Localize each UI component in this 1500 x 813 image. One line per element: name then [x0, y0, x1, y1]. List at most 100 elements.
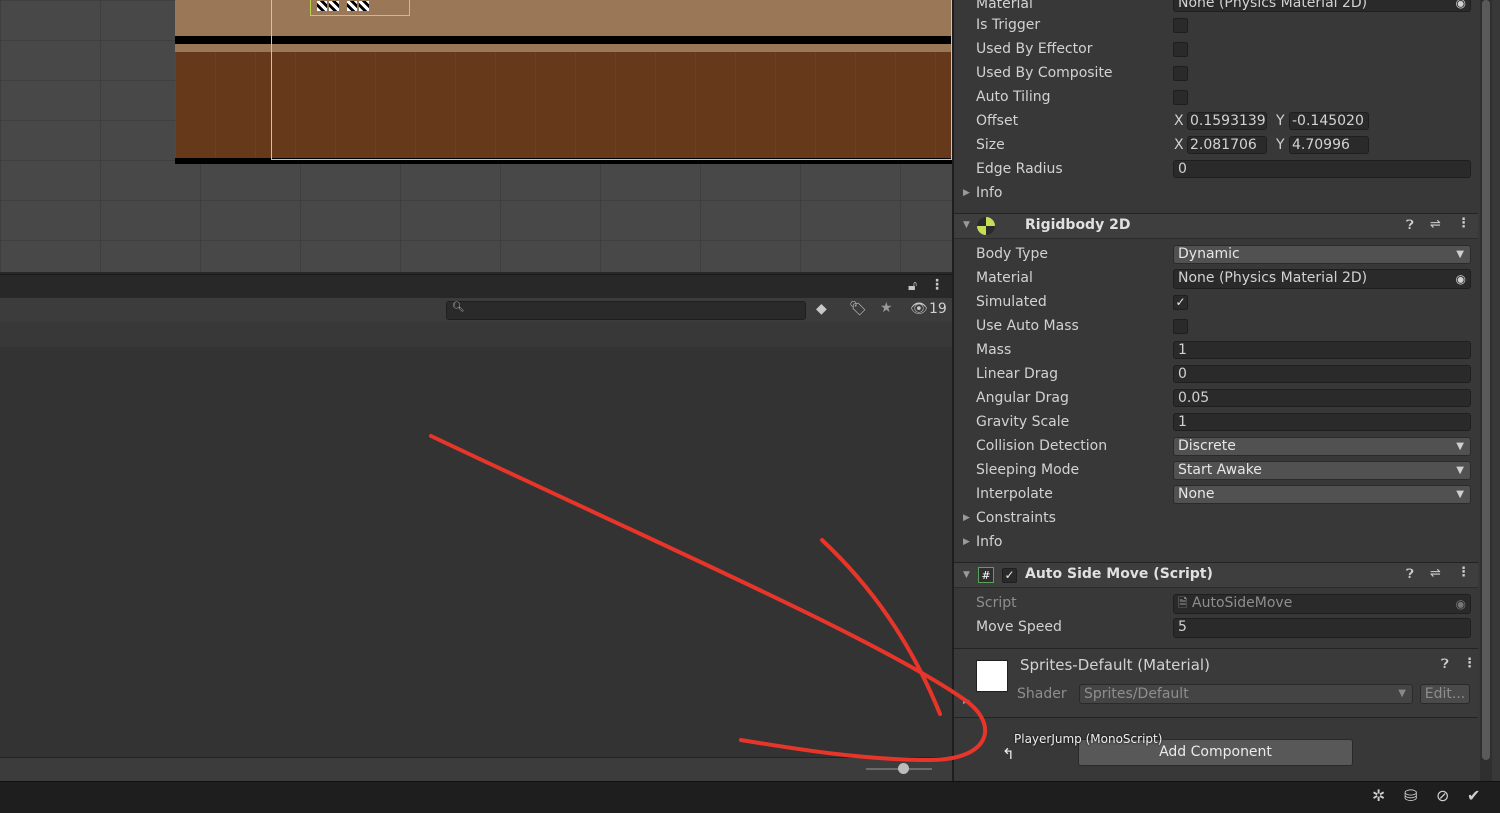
shader-value: Sprites/Default — [1084, 686, 1189, 702]
rigidbody-material-field[interactable]: None (Physics Material 2D) ◉ — [1173, 269, 1471, 289]
edit-shader-button[interactable]: Edit... — [1420, 684, 1470, 704]
gravity-scale-field[interactable]: 1 — [1173, 413, 1471, 431]
offset-y-label: Y — [1276, 113, 1285, 129]
body-type-dropdown[interactable]: Dynamic ▼ — [1173, 245, 1471, 264]
bug-icon[interactable]: ✲ — [1372, 786, 1385, 805]
icon-size-slider-handle[interactable] — [898, 763, 909, 774]
move-speed-field[interactable]: 5 — [1173, 618, 1471, 638]
simulated-checkbox[interactable]: ✓ — [1173, 295, 1188, 310]
filter-type-icon[interactable]: ◆ — [816, 301, 827, 317]
shader-dropdown: Sprites/Default ▼ — [1079, 684, 1413, 704]
mass-field[interactable]: 1 — [1173, 341, 1471, 359]
constraints-foldout-arrow[interactable]: ▶ — [963, 513, 970, 523]
star-icon[interactable]: ★ — [880, 300, 893, 316]
chevron-down-icon: ▼ — [1456, 441, 1464, 452]
help-icon[interactable]: ❓︎ — [1406, 218, 1414, 233]
hidden-count: 19 — [929, 301, 947, 317]
collision-detection-value: Discrete — [1178, 438, 1236, 454]
size-y-label: Y — [1276, 137, 1285, 153]
shader-label: Shader — [1017, 686, 1067, 702]
is-trigger-label: Is Trigger — [976, 17, 1041, 33]
chevron-down-icon: ▼ — [1456, 465, 1464, 476]
offset-x-field[interactable]: 0.1593139 — [1187, 112, 1267, 130]
is-trigger-checkbox[interactable] — [1173, 18, 1188, 33]
status-bar — [0, 781, 1500, 813]
player-sprite-part — [329, 1, 339, 11]
used-by-composite-checkbox[interactable] — [1173, 66, 1188, 81]
body-type-label: Body Type — [976, 246, 1048, 262]
interpolate-dropdown[interactable]: None ▼ — [1173, 485, 1471, 504]
more-icon[interactable]: ⋮ — [1457, 216, 1470, 231]
info-foldout-arrow[interactable]: ▶ — [963, 188, 970, 198]
progress-check-icon[interactable]: ✔ — [1467, 786, 1480, 805]
edge-radius-label: Edge Radius — [976, 161, 1063, 177]
offset-x-label: X — [1174, 113, 1184, 129]
project-breadcrumb-bar — [0, 322, 952, 348]
material-foldout-arrow[interactable]: ▶ — [963, 696, 970, 706]
simulated-label: Simulated — [976, 294, 1047, 310]
rigidbody2d-foldout-arrow[interactable]: ▼ — [963, 220, 970, 230]
mass-label: Mass — [976, 342, 1012, 358]
rigidbody-info-foldout[interactable]: Info — [976, 534, 1003, 550]
script-reference-value: AutoSideMove — [1192, 595, 1293, 611]
linear-drag-field[interactable]: 0 — [1173, 365, 1471, 383]
collider-material-label: Material — [976, 0, 1033, 12]
more-icon[interactable]: ⋮ — [1457, 565, 1470, 580]
chevron-down-icon: ▼ — [1456, 489, 1464, 500]
size-y-field[interactable]: 4.70996 — [1289, 136, 1369, 154]
used-by-effector-checkbox[interactable] — [1173, 42, 1188, 57]
project-content-area[interactable] — [0, 347, 952, 757]
constraints-foldout[interactable]: Constraints — [976, 510, 1056, 526]
offset-y-field[interactable]: -0.145020 — [1289, 112, 1369, 130]
use-auto-mass-checkbox[interactable] — [1173, 319, 1188, 334]
scene-view[interactable] — [0, 0, 952, 272]
edge-radius-field[interactable]: 0 — [1173, 160, 1471, 178]
sleeping-mode-dropdown[interactable]: Start Awake ▼ — [1173, 461, 1471, 480]
used-by-effector-label: Used By Effector — [976, 41, 1093, 57]
move-speed-label: Move Speed — [976, 619, 1062, 635]
inspector-scrollbar-thumb[interactable] — [1482, 0, 1490, 760]
more-icon[interactable]: ⋮ — [930, 277, 944, 293]
help-icon[interactable]: ❓︎ — [1441, 657, 1449, 672]
size-x-label: X — [1174, 137, 1184, 153]
presets-icon[interactable]: ⇌ — [1430, 566, 1441, 581]
script-component-title: Auto Side Move (Script) — [1025, 566, 1213, 582]
object-picker-icon[interactable]: ◉ — [1456, 271, 1466, 288]
linear-drag-label: Linear Drag — [976, 366, 1058, 382]
player-sprite-part — [317, 1, 327, 11]
player-sprite-bounds[interactable] — [310, 0, 410, 16]
lock-icon[interactable]: 🔓︎ — [908, 278, 917, 294]
script-reference-field: 🗎︎ AutoSideMove ◉ — [1173, 594, 1471, 614]
project-search-input[interactable]: 🔍︎ — [446, 301, 806, 320]
cache-server-icon[interactable]: ⛁ — [1404, 786, 1417, 805]
script-enabled-checkbox[interactable]: ✓ — [1002, 568, 1017, 583]
project-panel-header: 🔓︎ ⋮ — [0, 274, 952, 299]
info-foldout-arrow[interactable]: ▶ — [963, 537, 970, 547]
rigidbody2d-title: Rigidbody 2D — [1025, 217, 1131, 233]
sleeping-mode-label: Sleeping Mode — [976, 462, 1080, 478]
collider-info-foldout[interactable]: Info — [976, 185, 1003, 201]
size-x-field[interactable]: 2.081706 — [1187, 136, 1267, 154]
label-icon[interactable]: 🏷︎ — [849, 301, 867, 317]
angular-drag-label: Angular Drag — [976, 390, 1069, 406]
auto-tiling-checkbox[interactable] — [1173, 90, 1188, 105]
selection-outline — [271, 0, 952, 160]
collision-detection-dropdown[interactable]: Discrete ▼ — [1173, 437, 1471, 456]
help-icon[interactable]: ❓︎ — [1406, 567, 1414, 582]
player-sprite-part — [347, 1, 357, 11]
rigidbody-material-value: None (Physics Material 2D) — [1178, 270, 1368, 286]
collider-material-field[interactable]: None (Physics Material 2D) ◉ — [1173, 0, 1471, 12]
csharp-script-icon: # — [978, 567, 994, 583]
more-icon[interactable]: ⋮ — [1463, 656, 1476, 671]
angular-drag-field[interactable]: 0.05 — [1173, 389, 1471, 407]
use-auto-mass-label: Use Auto Mass — [976, 318, 1079, 334]
object-picker-icon[interactable]: ◉ — [1456, 0, 1466, 11]
project-footer — [0, 757, 952, 782]
script-foldout-arrow[interactable]: ▼ — [963, 570, 970, 580]
eye-slash-icon[interactable]: 👁︎ — [910, 301, 928, 317]
player-sprite-part — [359, 1, 369, 11]
auto-generate-lighting-icon[interactable]: ⊘ — [1436, 786, 1449, 805]
presets-icon[interactable]: ⇌ — [1430, 217, 1441, 232]
offset-label: Offset — [976, 113, 1019, 129]
search-icon: 🔍︎ — [452, 302, 465, 313]
